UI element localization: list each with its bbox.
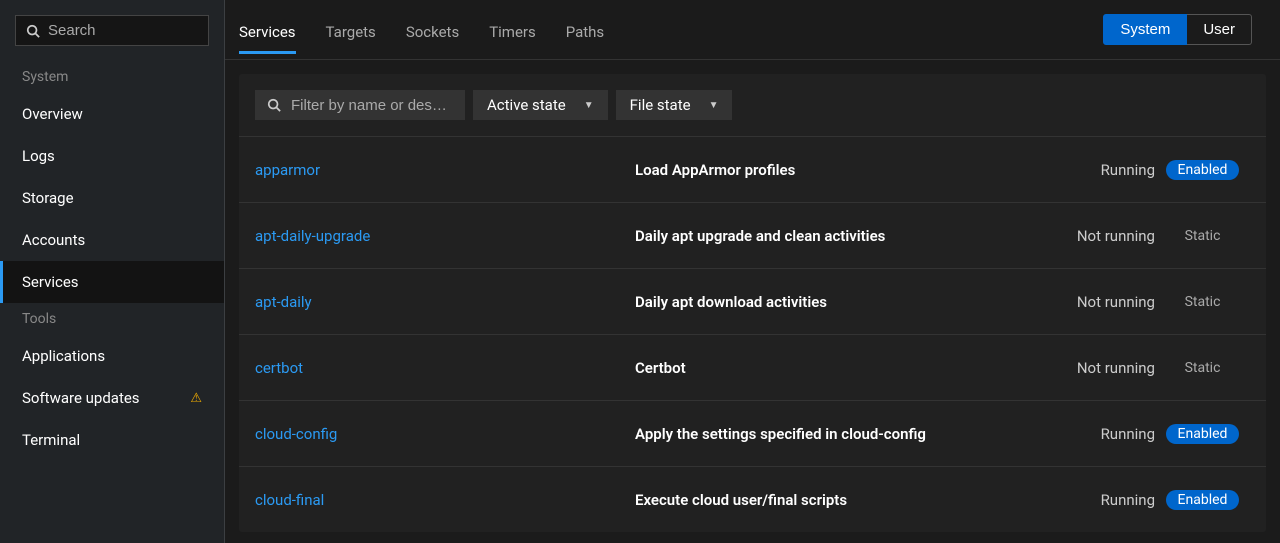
status-badge: Static xyxy=(1173,292,1233,312)
service-row[interactable]: cloud-finalExecute cloud user/final scri… xyxy=(239,466,1266,532)
sidebar-item-software-updates[interactable]: Software updates ⚠ xyxy=(0,377,224,419)
tab-sockets[interactable]: Sockets xyxy=(406,5,459,54)
sidebar-item-services[interactable]: Services xyxy=(0,261,224,303)
filters-bar: Active state ▼ File state ▼ xyxy=(239,74,1266,136)
tab-timers[interactable]: Timers xyxy=(489,5,536,54)
header: Services Targets Sockets Timers Paths System… xyxy=(225,0,1280,60)
service-description: Certbot xyxy=(635,359,1035,377)
sidebar-item-terminal[interactable]: Terminal xyxy=(0,419,224,461)
service-file-state: Static xyxy=(1155,291,1250,312)
active-state-dropdown[interactable]: Active state ▼ xyxy=(473,90,608,120)
service-file-state: Static xyxy=(1155,357,1250,378)
service-name[interactable]: apparmor xyxy=(255,161,635,179)
service-description: Daily apt download activities xyxy=(635,293,1035,311)
service-row[interactable]: cloud-configApply the settings specified… xyxy=(239,400,1266,466)
filter-input[interactable] xyxy=(291,97,453,114)
scope-system-button[interactable]: System xyxy=(1103,14,1187,45)
sidebar-item-label: Services xyxy=(22,273,79,291)
status-badge: Enabled xyxy=(1166,424,1240,444)
scope-user-button[interactable]: User xyxy=(1187,14,1252,45)
service-file-state: Enabled xyxy=(1155,159,1250,180)
tab-services[interactable]: Services xyxy=(239,5,296,54)
search-box[interactable] xyxy=(15,15,209,46)
services-panel: Active state ▼ File state ▼ apparmorLoad… xyxy=(239,74,1266,532)
sidebar-item-accounts[interactable]: Accounts xyxy=(0,219,224,261)
service-file-state: Enabled xyxy=(1155,423,1250,444)
service-description: Execute cloud user/final scripts xyxy=(635,491,1035,509)
warning-icon: ⚠ xyxy=(190,391,202,406)
search-input[interactable] xyxy=(48,22,198,39)
service-status: Running xyxy=(1035,161,1155,179)
service-status: Not running xyxy=(1035,293,1155,311)
service-name[interactable]: apt-daily-upgrade xyxy=(255,227,635,245)
service-name[interactable]: cloud-final xyxy=(255,491,635,509)
main-content: Services Targets Sockets Timers Paths System… xyxy=(225,0,1280,543)
service-status: Not running xyxy=(1035,227,1155,245)
status-badge: Enabled xyxy=(1166,490,1240,510)
tabs: Services Targets Sockets Timers Paths xyxy=(225,5,604,54)
sidebar-item-label: Logs xyxy=(22,147,55,165)
service-row[interactable]: certbotCertbotNot running Static xyxy=(239,334,1266,400)
filter-search-icon xyxy=(267,98,281,112)
search-container xyxy=(0,0,224,61)
sidebar-item-label: Accounts xyxy=(22,231,85,249)
status-badge: Static xyxy=(1173,226,1233,246)
sidebar-item-label: Applications xyxy=(22,347,105,365)
service-file-state: Enabled xyxy=(1155,489,1250,510)
service-file-state: Static xyxy=(1155,225,1250,246)
scope-buttons: SystemUser xyxy=(1103,14,1252,45)
status-badge: Enabled xyxy=(1166,160,1240,180)
sidebar-item-label: Overview xyxy=(22,105,83,123)
service-status: Running xyxy=(1035,491,1155,509)
services-list: apparmorLoad AppArmor profilesRunningEna… xyxy=(239,136,1266,532)
section-header: System xyxy=(0,61,224,93)
service-status: Not running xyxy=(1035,359,1155,377)
active-state-label: Active state xyxy=(487,96,566,114)
sidebar-item-logs[interactable]: Logs xyxy=(0,135,224,177)
service-row[interactable]: apparmorLoad AppArmor profilesRunning Ena… xyxy=(239,136,1266,202)
file-state-label: File state xyxy=(630,96,691,114)
section-header: Tools xyxy=(0,303,224,335)
sidebar-item-storage[interactable]: Storage xyxy=(0,177,224,219)
sidebar: System Overview Logs Storage Accounts Service… xyxy=(0,0,225,543)
sidebar-item-label: Software updates xyxy=(22,389,140,407)
service-description: Daily apt upgrade and clean activities xyxy=(635,227,1035,245)
search-icon xyxy=(26,24,40,38)
sidebar-item-label: Terminal xyxy=(22,431,80,449)
sidebar-item-applications[interactable]: Applications xyxy=(0,335,224,377)
sidebar-item-overview[interactable]: Overview xyxy=(0,93,224,135)
service-name[interactable]: certbot xyxy=(255,359,635,377)
service-description: Apply the settings specified in cloud-co… xyxy=(635,425,1035,443)
service-row[interactable]: apt-daily-upgradeDaily apt upgrade and c… xyxy=(239,202,1266,268)
tab-targets[interactable]: Targets xyxy=(326,5,376,54)
service-name[interactable]: apt-daily xyxy=(255,293,635,311)
service-name[interactable]: cloud-config xyxy=(255,425,635,443)
file-state-dropdown[interactable]: File state ▼ xyxy=(616,90,733,120)
status-badge: Static xyxy=(1173,358,1233,378)
chevron-down-icon: ▼ xyxy=(584,100,594,111)
service-row[interactable]: apt-dailyDaily apt download activitiesNo… xyxy=(239,268,1266,334)
sidebar-item-label: Storage xyxy=(22,189,74,207)
chevron-down-icon: ▼ xyxy=(709,100,719,111)
service-description: Load AppArmor profiles xyxy=(635,161,1035,179)
filter-input-wrap[interactable] xyxy=(255,90,465,120)
service-status: Running xyxy=(1035,425,1155,443)
tab-paths[interactable]: Paths xyxy=(566,5,604,54)
